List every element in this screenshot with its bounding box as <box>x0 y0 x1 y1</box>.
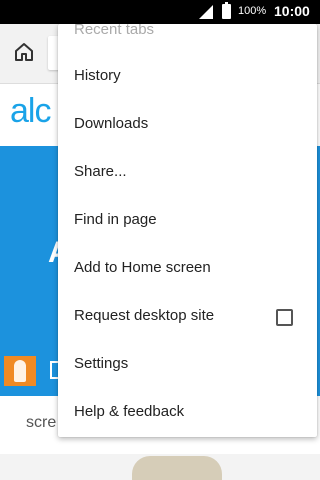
menu-item-downloads[interactable]: Downloads <box>58 101 317 149</box>
menu-item-label: Share... <box>74 163 127 180</box>
menu-item-label: Find in page <box>74 211 157 228</box>
menu-item-add-to-home-screen[interactable]: Add to Home screen <box>58 245 317 293</box>
product-thumbnail[interactable] <box>4 356 36 386</box>
menu-item-settings[interactable]: Settings <box>58 341 317 389</box>
site-logo: alc <box>10 92 51 130</box>
menu-item-share[interactable]: Share... <box>58 149 317 197</box>
status-bar: 100% 10:00 <box>0 0 320 24</box>
product-image <box>132 456 222 480</box>
menu-item-help-feedback[interactable]: Help & feedback <box>58 389 317 437</box>
status-clock: 10:00 <box>274 3 310 19</box>
menu-item-label: Add to Home screen <box>74 259 211 276</box>
menu-item-label: History <box>74 67 121 84</box>
overflow-menu: Recent tabs History Downloads Share... F… <box>58 24 317 437</box>
menu-item-label: Help & feedback <box>74 403 185 420</box>
page-text-fragment: scre <box>26 414 57 431</box>
battery-percent: 100% <box>238 5 267 17</box>
menu-item-history[interactable]: History <box>58 53 317 101</box>
menu-item-find-in-page[interactable]: Find in page <box>58 197 317 245</box>
battery-icon <box>222 2 231 19</box>
menu-item-label: Recent tabs <box>74 24 155 38</box>
menu-item-label: Settings <box>74 355 129 372</box>
home-icon[interactable] <box>12 40 36 64</box>
menu-item-label: Request desktop site <box>74 307 215 324</box>
menu-item-request-desktop-site[interactable]: Request desktop site <box>58 293 317 341</box>
signal-icon <box>199 5 213 19</box>
menu-item-label: Downloads <box>74 115 149 132</box>
request-desktop-site-checkbox[interactable] <box>276 309 293 326</box>
